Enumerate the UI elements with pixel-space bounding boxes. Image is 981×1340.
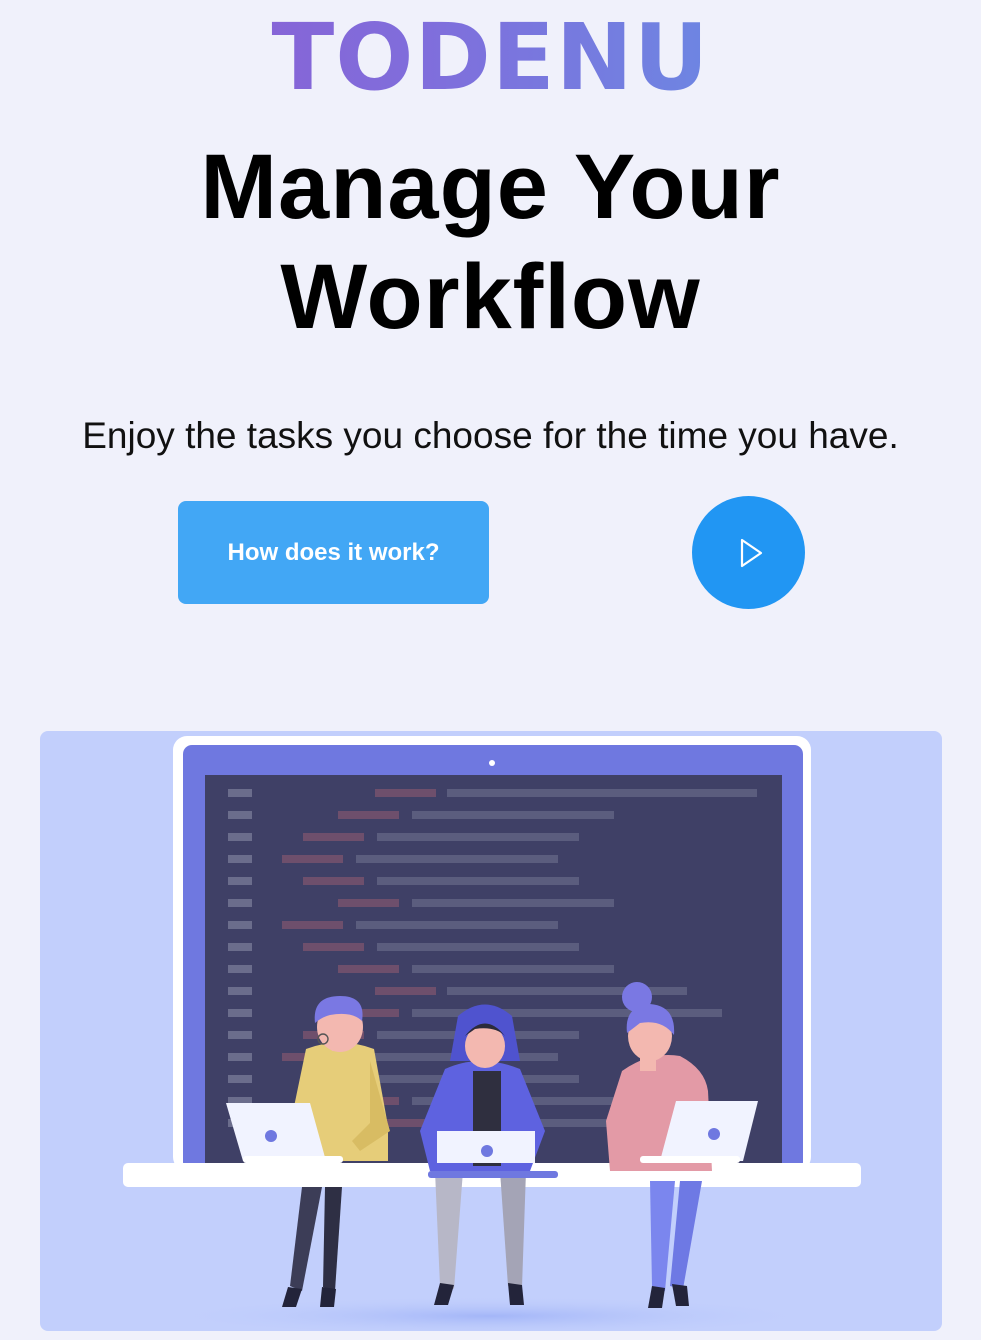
team-coding-illustration [123,736,861,1331]
headline-line-2: Workflow [280,246,701,348]
how-it-works-button[interactable]: How does it work? [178,501,489,604]
play-icon [740,538,762,567]
tagline: Enjoy the tasks you choose for the time … [82,415,899,456]
headline-line-1: Manage Your [200,136,781,238]
page-headline: Manage Your Workflow [0,132,981,352]
brand-logo[interactable]: TODENU [0,8,981,108]
play-video-button[interactable] [692,496,805,609]
hero-illustration [40,731,942,1331]
